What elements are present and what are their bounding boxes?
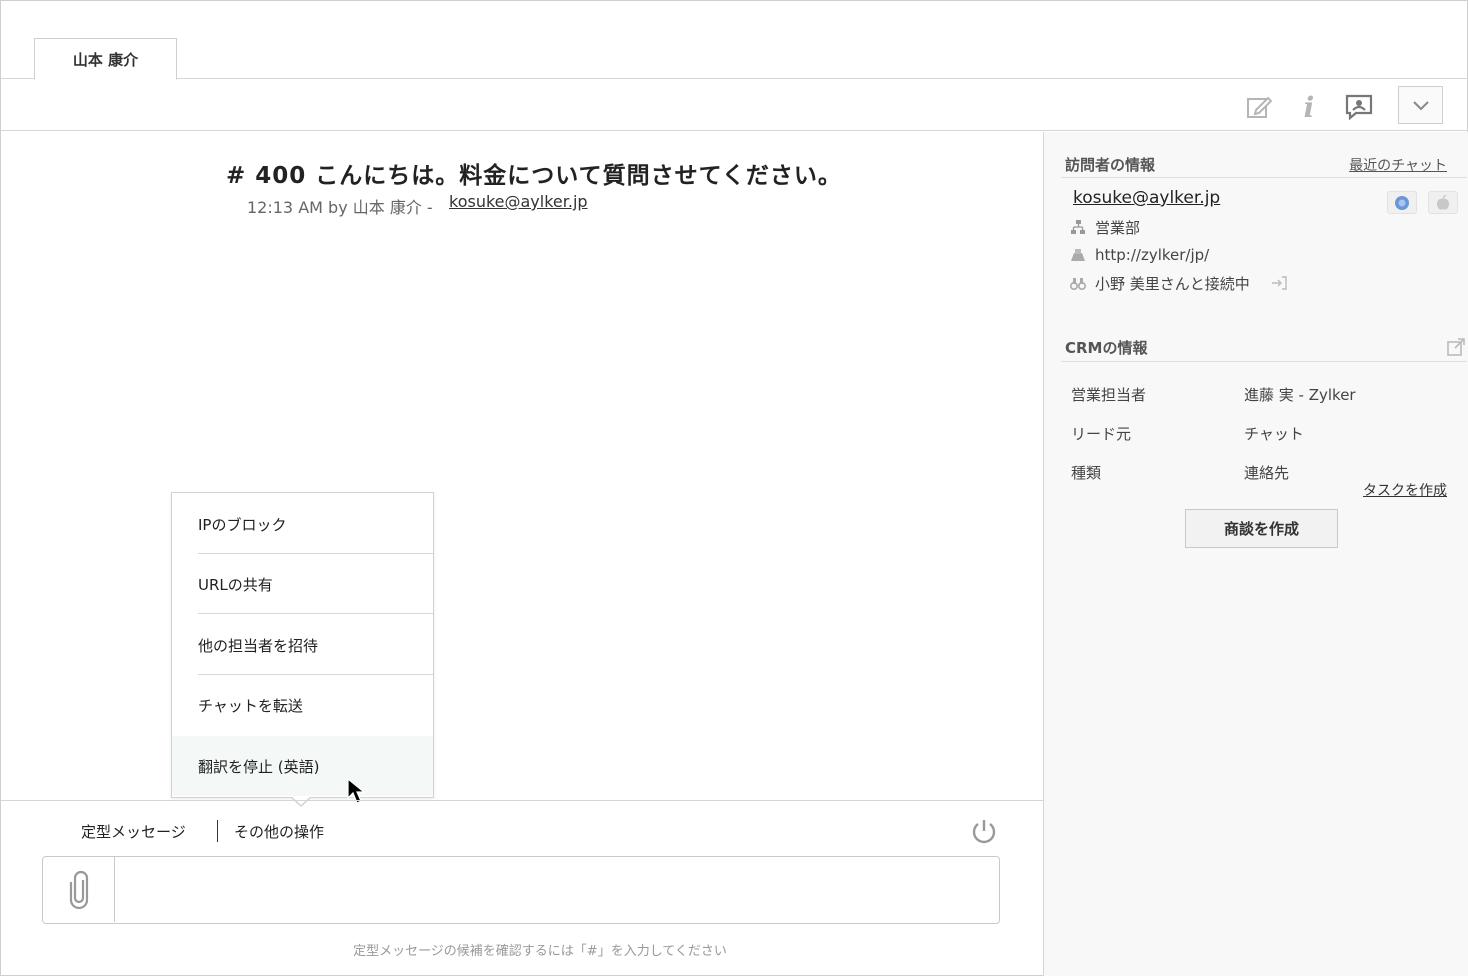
site-icon bbox=[1069, 246, 1087, 264]
visitor-info-title: 訪問者の情報 bbox=[1065, 156, 1156, 174]
menu-item-share-url[interactable]: URLの共有 bbox=[172, 554, 433, 614]
binoculars-icon bbox=[1069, 274, 1087, 292]
crm-row-label: リード元 bbox=[1071, 425, 1132, 443]
connection-label: 小野 美里さんと接続中 bbox=[1095, 274, 1250, 293]
org-chart-icon bbox=[1069, 218, 1087, 236]
visitor-sidebar: 訪問者の情報 最近のチャット kosuke@aylker.jp 営業部 http… bbox=[1043, 132, 1468, 976]
create-task-link[interactable]: タスクを作成 bbox=[1363, 480, 1447, 500]
more-actions-button[interactable]: その他の操作 bbox=[234, 821, 324, 842]
app-window: 山本 康介 i # 400 こんにちは。料金について質問させてください。 12:… bbox=[0, 0, 1468, 976]
chat-meta: 12:13 AM by 山本 康介 - bbox=[247, 198, 433, 217]
menu-item-label: 翻訳を停止 (英語) bbox=[198, 757, 320, 776]
chevron-down-icon bbox=[1412, 101, 1429, 111]
menu-item-invite-agent[interactable]: 他の担当者を招待 bbox=[172, 615, 433, 675]
menu-item-label: IPのブロック bbox=[198, 515, 287, 534]
visitor-connection: 小野 美里さんと接続中 bbox=[1069, 272, 1296, 294]
menu-item-label: 他の担当者を招待 bbox=[198, 636, 319, 655]
crm-row-value: チャット bbox=[1244, 425, 1304, 443]
info-icon[interactable]: i bbox=[1293, 91, 1325, 124]
visitor-email-link[interactable]: kosuke@aylker.jp bbox=[1073, 188, 1220, 208]
chat-email-link[interactable]: kosuke@aylker.jp bbox=[449, 192, 588, 211]
more-actions-menu: IPのブロック URLの共有 他の担当者を招待 チャットを転送 翻訳を停止 (英… bbox=[171, 492, 434, 798]
visitor-department: 営業部 bbox=[1069, 216, 1140, 238]
department-label: 営業部 bbox=[1095, 218, 1141, 237]
divider bbox=[217, 820, 218, 842]
chat-title: # 400 こんにちは。料金について質問させてください。 bbox=[226, 163, 842, 189]
crm-row-label: 営業担当者 bbox=[1071, 386, 1147, 404]
composer: 定型メッセージ その他の操作 定型メッセージの候補を確認するには「#」を入力して… bbox=[1, 800, 1043, 976]
divider bbox=[1061, 177, 1467, 178]
join-chat-icon[interactable] bbox=[1270, 274, 1288, 292]
crm-row-value: 進藤 実 - Zylker bbox=[1244, 386, 1356, 404]
divider bbox=[1061, 361, 1467, 362]
menu-item-stop-translation[interactable]: 翻訳を停止 (英語) bbox=[172, 736, 433, 796]
visitor-url: http://zylker/jp/ bbox=[1069, 244, 1209, 266]
browser-badge bbox=[1387, 191, 1417, 214]
browser-icon bbox=[1395, 195, 1409, 210]
tab-bar: 山本 康介 bbox=[1, 1, 1468, 80]
crm-info-title: CRMの情報 bbox=[1065, 339, 1148, 357]
crm-row-label: 種類 bbox=[1071, 464, 1102, 482]
paperclip-icon bbox=[69, 870, 88, 909]
power-icon[interactable] bbox=[969, 817, 999, 847]
menu-item-block-ip[interactable]: IPのブロック bbox=[172, 494, 433, 554]
apple-icon bbox=[1437, 194, 1449, 210]
menu-item-label: URLの共有 bbox=[198, 575, 273, 594]
attach-button[interactable] bbox=[43, 857, 115, 922]
chat-panel: # 400 こんにちは。料金について質問させてください。 12:13 AM by… bbox=[1, 132, 1043, 800]
os-badge bbox=[1428, 191, 1458, 214]
external-link-icon[interactable] bbox=[1445, 336, 1467, 358]
chat-bubble-icon[interactable] bbox=[1343, 91, 1375, 123]
divider bbox=[198, 613, 433, 614]
edit-icon[interactable] bbox=[1243, 91, 1275, 123]
menu-item-transfer-chat[interactable]: チャットを転送 bbox=[172, 675, 433, 735]
more-dropdown-button[interactable] bbox=[1398, 86, 1443, 124]
tab-visitor[interactable]: 山本 康介 bbox=[34, 38, 177, 80]
toolbar: i bbox=[1, 79, 1468, 131]
tab-label: 山本 康介 bbox=[72, 50, 139, 69]
crm-row-value: 連絡先 bbox=[1244, 464, 1290, 482]
url-label: http://zylker/jp/ bbox=[1095, 246, 1210, 264]
canned-messages-button[interactable]: 定型メッセージ bbox=[81, 821, 186, 842]
message-input[interactable] bbox=[42, 856, 1000, 924]
create-deal-button[interactable]: 商談を作成 bbox=[1185, 509, 1338, 548]
composer-hint: 定型メッセージの候補を確認するには「#」を入力してください bbox=[353, 944, 727, 959]
menu-item-label: チャットを転送 bbox=[198, 696, 303, 715]
recent-chats-link[interactable]: 最近のチャット bbox=[1349, 155, 1447, 175]
